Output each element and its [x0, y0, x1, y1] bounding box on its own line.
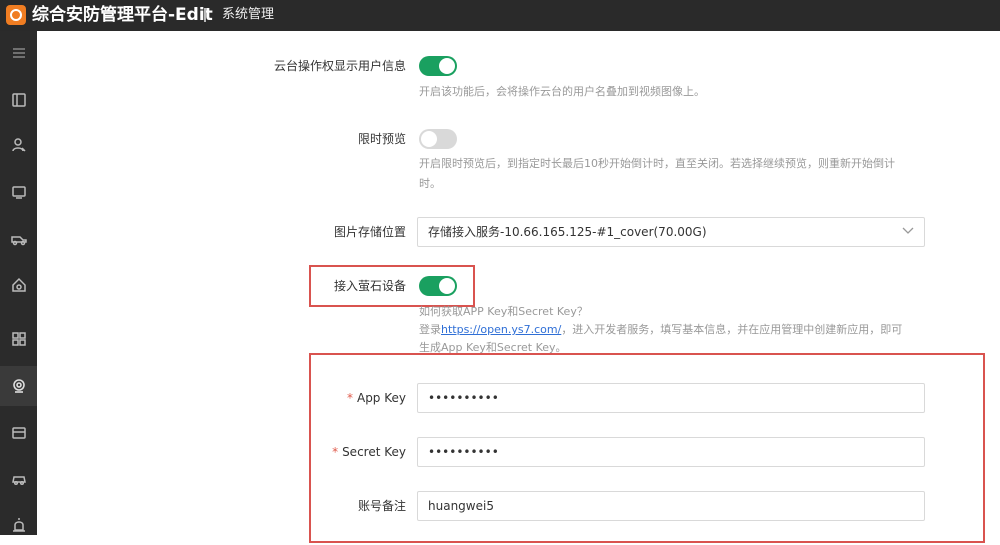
car-icon[interactable]: [0, 459, 37, 499]
app-key-input[interactable]: ••••••••••: [417, 383, 925, 413]
alarm-icon[interactable]: [0, 505, 37, 545]
ptz-user-info-label: 云台操作权显示用户信息: [273, 59, 406, 73]
image-storage-select[interactable]: 存储接入服务-10.66.165.125-#1_cover(70.00G): [417, 217, 925, 247]
ezviz-access-toggle[interactable]: [419, 276, 457, 296]
card-icon[interactable]: [0, 413, 37, 453]
menu-icon[interactable]: [0, 33, 37, 73]
account-note-label: 账号备注: [357, 499, 406, 513]
section-title[interactable]: 系统管理: [222, 7, 274, 23]
ezviz-hint-line1: 如何获取APP Key和Secret Key？: [419, 305, 588, 318]
device-panel-icon[interactable]: [0, 80, 37, 120]
home-shield-icon[interactable]: [0, 265, 37, 305]
secret-key-label: * Secret Key: [332, 445, 406, 459]
timed-preview-label: 限时预览: [357, 132, 406, 146]
top-bar: 综合安防管理平台-Edit 系统管理: [0, 0, 1000, 31]
app-logo-icon: [6, 5, 26, 25]
account-note-input[interactable]: huangwei5: [417, 491, 925, 521]
timed-preview-hint-line1: 开启限时预览后，到指定时长最后10秒开始倒计时，直至关闭。若选择继续预览，则重新…: [419, 157, 895, 170]
ezviz-hint-line2: 登录https://open.ys7.com/，进入开发者服务，填写基本信息，并…: [419, 323, 903, 336]
camera-icon[interactable]: [0, 366, 37, 406]
image-storage-label: 图片存储位置: [333, 225, 406, 239]
ptz-user-info-toggle[interactable]: [419, 56, 457, 76]
ezviz-access-label: 接入萤石设备: [333, 279, 406, 293]
person-icon[interactable]: [0, 125, 37, 165]
grid-icon[interactable]: [0, 319, 37, 359]
secret-key-input[interactable]: ••••••••••: [417, 437, 925, 467]
settings-content: 云台操作权显示用户信息 开启该功能后，会将操作云台的用户名叠加到视频图像上。 限…: [37, 31, 1000, 543]
vehicle-icon[interactable]: [0, 219, 37, 259]
chevron-down-icon: [902, 227, 914, 234]
sidebar: [0, 31, 37, 535]
timed-preview-toggle[interactable]: [419, 129, 457, 149]
timed-preview-hint-line2: 时。: [419, 177, 441, 190]
image-storage-value: 存储接入服务-10.66.165.125-#1_cover(70.00G): [428, 225, 707, 239]
monitor-icon[interactable]: [0, 172, 37, 212]
title-divider: [204, 8, 206, 22]
ptz-user-info-hint: 开启该功能后，会将操作云台的用户名叠加到视频图像上。: [419, 85, 705, 98]
open-ys7-link[interactable]: https://open.ys7.com/: [441, 323, 561, 336]
app-key-label: * App Key: [346, 391, 406, 405]
app-title: 综合安防管理平台-Edit: [32, 5, 213, 25]
